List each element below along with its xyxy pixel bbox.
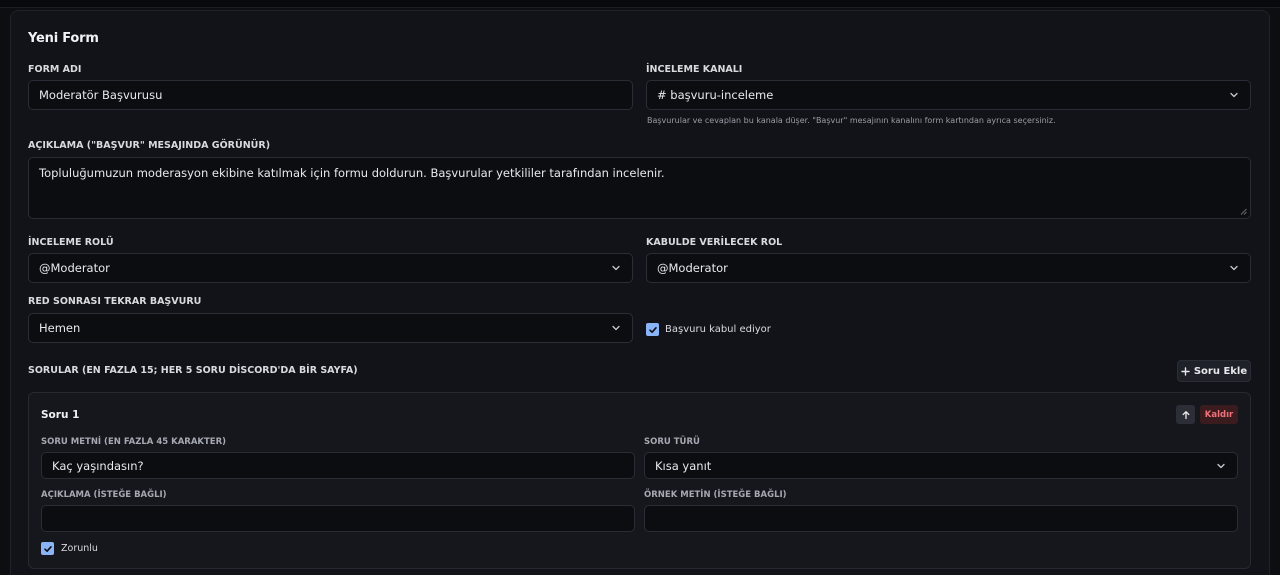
review-channel-label: İNCELEME KANALI xyxy=(646,64,743,75)
review-channel-hint: Başvurular ve cevaplan bu kanala düşer. … xyxy=(647,116,1056,125)
check-icon xyxy=(648,326,657,333)
question-text-value: Kaç yaşındasın? xyxy=(52,458,144,473)
chevron-down-icon xyxy=(610,322,622,334)
chevron-down-icon xyxy=(1215,460,1227,472)
accept-role-select[interactable]: @Moderator xyxy=(646,253,1251,283)
review-role-label: İNCELEME ROLÜ xyxy=(28,237,114,248)
question-description-label: AÇIKLAMA (İSTEĞE BAĞLI) xyxy=(41,490,167,500)
form-name-label: FORM ADI xyxy=(28,64,82,75)
question-title: Soru 1 xyxy=(41,409,80,421)
question-type-select[interactable]: Kısa yanıt xyxy=(644,452,1238,479)
accepting-label: Başvuru kabul ediyor xyxy=(665,324,771,335)
review-channel-select[interactable]: # başvuru-inceleme xyxy=(646,80,1251,110)
question-card xyxy=(28,392,1251,569)
accepting-checkbox[interactable] xyxy=(646,323,659,336)
reapply-label: RED SONRASI TEKRAR BAŞVURU xyxy=(28,296,202,307)
arrow-up-icon xyxy=(1182,410,1189,419)
question-text-label: SORU METNİ (EN FAZLA 45 KARAKTER) xyxy=(41,437,227,447)
form-title: Yeni Form xyxy=(28,31,99,46)
required-label: Zorunlu xyxy=(61,543,98,554)
question-description-input[interactable] xyxy=(41,505,635,532)
add-question-label: Soru Ekle xyxy=(1193,365,1248,377)
questions-header: SORULAR (EN FAZLA 15; HER 5 SORU DİSCORD… xyxy=(28,365,358,376)
review-role-select[interactable]: @Moderator xyxy=(28,253,633,283)
required-checkbox[interactable] xyxy=(41,542,54,555)
accept-role-label: KABULDE VERİLECEK ROL xyxy=(646,237,783,248)
reapply-select[interactable]: Hemen xyxy=(28,313,633,343)
resize-handle-icon[interactable] xyxy=(1240,208,1247,215)
review-channel-value: # başvuru-inceleme xyxy=(657,88,774,102)
reapply-value: Hemen xyxy=(39,321,81,335)
description-label: AÇIKLAMA ("BAŞVUR" MESAJINDA GÖRÜNÜR) xyxy=(28,140,271,151)
question-text-input[interactable]: Kaç yaşındasın? xyxy=(41,452,635,479)
chevron-down-icon xyxy=(1228,89,1240,101)
description-value: Topluluğumuzun moderasyon ekibine katılm… xyxy=(39,166,665,180)
form-name-value: Moderatör Başvurusu xyxy=(39,88,163,102)
add-question-button[interactable]: Soru Ekle xyxy=(1177,360,1251,382)
question-placeholder-label: ÖRNEK METİN (İSTEĞE BAĞLI) xyxy=(644,490,787,500)
question-type-label: SORU TÜRÜ xyxy=(644,437,700,447)
chevron-down-icon xyxy=(1228,262,1240,274)
move-up-button[interactable] xyxy=(1176,405,1195,424)
chevron-down-icon xyxy=(610,262,622,274)
form-name-input[interactable]: Moderatör Başvurusu xyxy=(28,80,633,110)
top-bar xyxy=(0,0,1280,8)
description-textarea[interactable]: Topluluğumuzun moderasyon ekibine katılm… xyxy=(28,157,1251,219)
remove-question-button[interactable]: Kaldır xyxy=(1200,405,1238,424)
check-icon xyxy=(43,545,52,552)
question-placeholder-input[interactable] xyxy=(644,505,1238,532)
plus-icon xyxy=(1181,366,1190,376)
accept-role-value: @Moderator xyxy=(657,261,728,275)
review-role-value: @Moderator xyxy=(39,261,110,275)
question-type-value: Kısa yanıt xyxy=(655,458,712,473)
